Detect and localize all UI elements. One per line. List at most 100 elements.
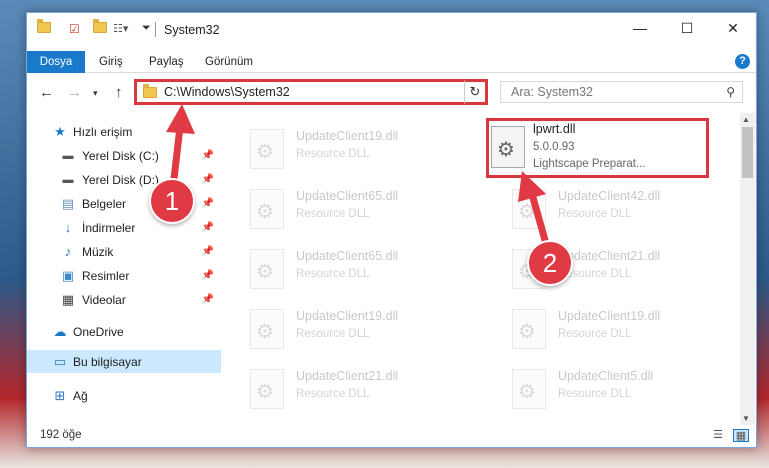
file-name: UpdateClient65.dll: [296, 189, 399, 203]
tab-view[interactable]: Görünüm: [195, 51, 263, 73]
highlighted-file-tile[interactable]: lpwrt.dll 5.0.0.93 Lightscape Preparat..…: [486, 118, 709, 178]
file-description: Resource DLL: [558, 388, 632, 400]
sidebar-item-music[interactable]: ♪ Müzik 📌: [27, 240, 221, 263]
minimize-button[interactable]: —: [617, 13, 663, 43]
music-icon: ♪: [64, 244, 72, 259]
file-description: Resource DLL: [558, 208, 632, 220]
sidebar-item-this-pc[interactable]: ▭ Bu bilgisayar: [27, 350, 221, 373]
navigation-bar: ← → ▾ ↑ C:\Windows\System32 ▼ ↻ Ara: Sys…: [27, 79, 756, 109]
forward-button[interactable]: →: [67, 84, 82, 101]
file-description: Resource DLL: [296, 388, 370, 400]
sidebar-item-label: OneDrive: [73, 324, 124, 339]
sidebar-item-label: Ağ: [73, 388, 88, 403]
sidebar-item-downloads[interactable]: ↓ İndirmeler 📌: [27, 216, 221, 239]
dll-file-icon: [491, 126, 525, 168]
folder-icon: [143, 83, 157, 98]
window-title: System32: [164, 23, 220, 37]
file-name: UpdateClient65.dll: [296, 249, 399, 263]
dll-file-icon: [512, 189, 546, 229]
status-bar: 192 öğe ☰ ▦: [27, 425, 756, 447]
chevron-down-icon[interactable]: ⏷: [142, 22, 151, 35]
file-description: Resource DLL: [558, 328, 632, 340]
tab-file[interactable]: Dosya: [27, 51, 85, 73]
sidebar-item-label: Belgeler: [82, 196, 127, 211]
details-view-icon[interactable]: ☰: [710, 429, 726, 442]
search-input[interactable]: Ara: System32 ⚲: [500, 81, 743, 103]
file-list: UpdateClient19.dll Resource DLL UpdateCl…: [222, 109, 740, 423]
cloud-icon: ☁: [53, 323, 67, 339]
dll-file-icon: [250, 129, 284, 169]
scroll-down-icon[interactable]: ▼: [742, 414, 750, 423]
file-tile[interactable]: UpdateClient21.dll Resource DLL: [242, 363, 472, 421]
file-description: Lightscape Preparat...: [533, 158, 646, 170]
pin-icon[interactable]: 📌: [202, 222, 214, 233]
sidebar-item-network[interactable]: ⊞ Ağ: [27, 384, 221, 407]
dll-file-icon: [512, 309, 546, 349]
computer-icon: ▭: [53, 353, 67, 369]
file-description: Resource DLL: [296, 328, 370, 340]
drive-icon: ▬: [62, 173, 74, 186]
file-tile[interactable]: UpdateClient65.dll Resource DLL: [242, 243, 472, 301]
file-tile[interactable]: UpdateClient19.dll Resource DLL: [504, 303, 734, 361]
file-name: UpdateClient21.dll: [558, 249, 661, 263]
file-tile[interactable]: UpdateClient42.dll Resource DLL: [504, 183, 734, 241]
tab-home[interactable]: Giriş: [89, 51, 133, 73]
file-name: UpdateClient19.dll: [558, 309, 661, 323]
videos-icon: ▦: [61, 291, 75, 307]
vertical-scrollbar[interactable]: ▲ ▼: [740, 113, 755, 425]
up-button[interactable]: ↑: [115, 84, 123, 101]
file-explorer-window: ☑ ☷▾ ⏷ System32 — ☐ ✕ Dosya Giriş Paylaş…: [26, 12, 757, 448]
dll-file-icon: [250, 189, 284, 229]
dll-file-icon: [250, 309, 284, 349]
sidebar-item-pictures[interactable]: ▣ Resimler 📌: [27, 264, 221, 287]
sidebar-item-label: Hızlı erişim: [73, 124, 133, 139]
drive-icon: ▬: [62, 149, 74, 162]
pin-icon[interactable]: 📌: [202, 198, 214, 209]
file-tile[interactable]: UpdateClient19.dll Resource DLL: [242, 123, 472, 181]
sidebar-item-label: İndirmeler: [82, 220, 136, 235]
sidebar-item-onedrive[interactable]: ☁ OneDrive: [27, 320, 221, 343]
sidebar-item-label: Videolar: [82, 292, 126, 307]
sidebar-item-quick-access[interactable]: ★ Hızlı erişim: [27, 120, 221, 143]
close-button[interactable]: ✕: [710, 13, 756, 43]
title-separator: [155, 22, 156, 37]
pin-icon[interactable]: 📌: [202, 150, 214, 161]
file-name: UpdateClient19.dll: [296, 309, 399, 323]
new-folder-icon[interactable]: [93, 19, 107, 33]
sidebar-item-disk-d[interactable]: ▬ Yerel Disk (D:) 📌: [27, 168, 221, 191]
pin-icon[interactable]: 📌: [202, 294, 214, 305]
customize-toolbar-icon[interactable]: ☷▾: [113, 22, 128, 35]
sidebar-item-videos[interactable]: ▦ Videolar 📌: [27, 288, 221, 311]
search-icon: ⚲: [726, 85, 735, 99]
file-tile[interactable]: UpdateClient65.dll Resource DLL: [242, 183, 472, 241]
large-icons-view-icon[interactable]: ▦: [733, 429, 749, 442]
recent-locations-button[interactable]: ▾: [93, 88, 98, 99]
documents-icon: ▤: [61, 195, 75, 211]
sidebar-item-disk-c[interactable]: ▬ Yerel Disk (C:) 📌: [27, 144, 221, 167]
sidebar-item-label: Yerel Disk (C:): [82, 148, 159, 163]
navigation-pane: ★ Hızlı erişim ▬ Yerel Disk (C:) 📌 ▬ Yer…: [27, 115, 221, 425]
help-icon[interactable]: ?: [735, 54, 750, 69]
star-icon: ★: [54, 123, 66, 139]
file-tile[interactable]: UpdateClient5.dll Resource DLL: [504, 363, 734, 421]
pictures-icon: ▣: [61, 267, 75, 283]
properties-icon[interactable]: ☑: [69, 22, 80, 36]
sidebar-item-label: Resimler: [82, 268, 130, 283]
pin-icon[interactable]: 📌: [202, 270, 214, 281]
address-path: C:\Windows\System32: [164, 85, 290, 99]
file-name: UpdateClient21.dll: [296, 369, 399, 383]
pin-icon[interactable]: 📌: [202, 174, 214, 185]
tab-share[interactable]: Paylaş: [139, 51, 194, 73]
address-bar[interactable]: C:\Windows\System32 ▼: [134, 79, 484, 105]
file-name: UpdateClient19.dll: [296, 129, 399, 143]
maximize-button[interactable]: ☐: [664, 13, 710, 43]
scrollbar-thumb[interactable]: [742, 127, 753, 178]
back-button[interactable]: ←: [39, 84, 54, 101]
scroll-up-icon[interactable]: ▲: [742, 115, 750, 124]
file-name: UpdateClient5.dll: [558, 369, 654, 383]
file-tile[interactable]: UpdateClient19.dll Resource DLL: [242, 303, 472, 361]
dll-file-icon: [250, 369, 284, 409]
pin-icon[interactable]: 📌: [202, 246, 214, 257]
refresh-button[interactable]: ↻: [464, 79, 488, 105]
dll-file-icon: [512, 369, 546, 409]
